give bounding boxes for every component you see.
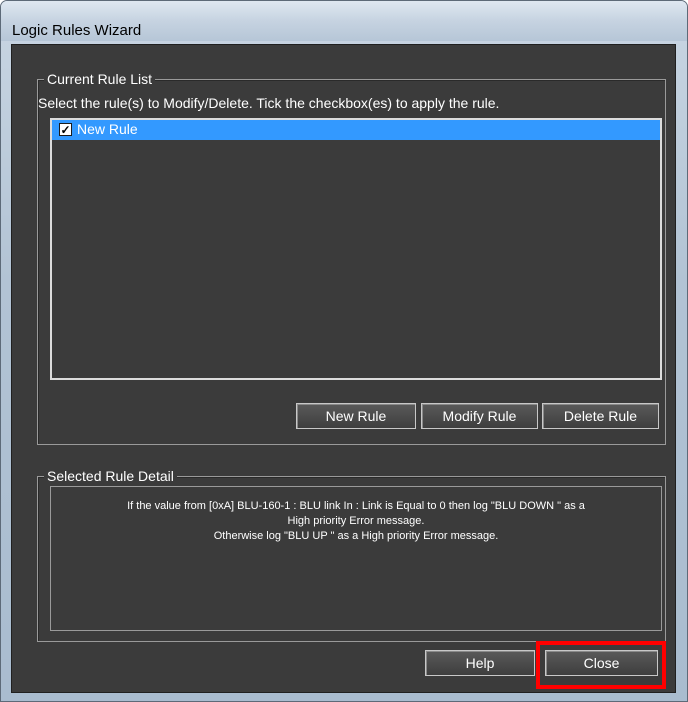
- selected-rule-detail-legend: Selected Rule Detail: [44, 468, 177, 484]
- rule-detail-text: If the value from [0xA] BLU-160-1 : BLU …: [55, 499, 657, 544]
- rule-detail-box: If the value from [0xA] BLU-160-1 : BLU …: [50, 486, 662, 631]
- current-rule-list-legend: Current Rule List: [44, 71, 156, 87]
- new-rule-button[interactable]: New Rule: [296, 403, 416, 429]
- rule-label: New Rule: [77, 121, 138, 137]
- close-button-highlight: [536, 641, 666, 689]
- rule-list-instruction: Select the rule(s) to Modify/Delete. Tic…: [38, 95, 500, 111]
- window-title: Logic Rules Wizard: [12, 22, 142, 39]
- rule-detail-line: If the value from [0xA] BLU-160-1 : BLU …: [127, 500, 585, 512]
- title-bar[interactable]: Logic Rules Wizard: [1, 1, 687, 41]
- rule-list[interactable]: ✓ New Rule: [50, 118, 662, 380]
- rule-enabled-checkbox[interactable]: ✓: [59, 123, 72, 136]
- delete-rule-button[interactable]: Delete Rule: [542, 403, 659, 429]
- rule-detail-line: Otherwise log "BLU UP " as a High priori…: [213, 530, 499, 542]
- rule-detail-line: High priority Error message.: [287, 515, 425, 527]
- help-button[interactable]: Help: [425, 650, 535, 676]
- rule-list-item[interactable]: ✓ New Rule: [52, 120, 660, 140]
- modify-rule-button[interactable]: Modify Rule: [421, 403, 538, 429]
